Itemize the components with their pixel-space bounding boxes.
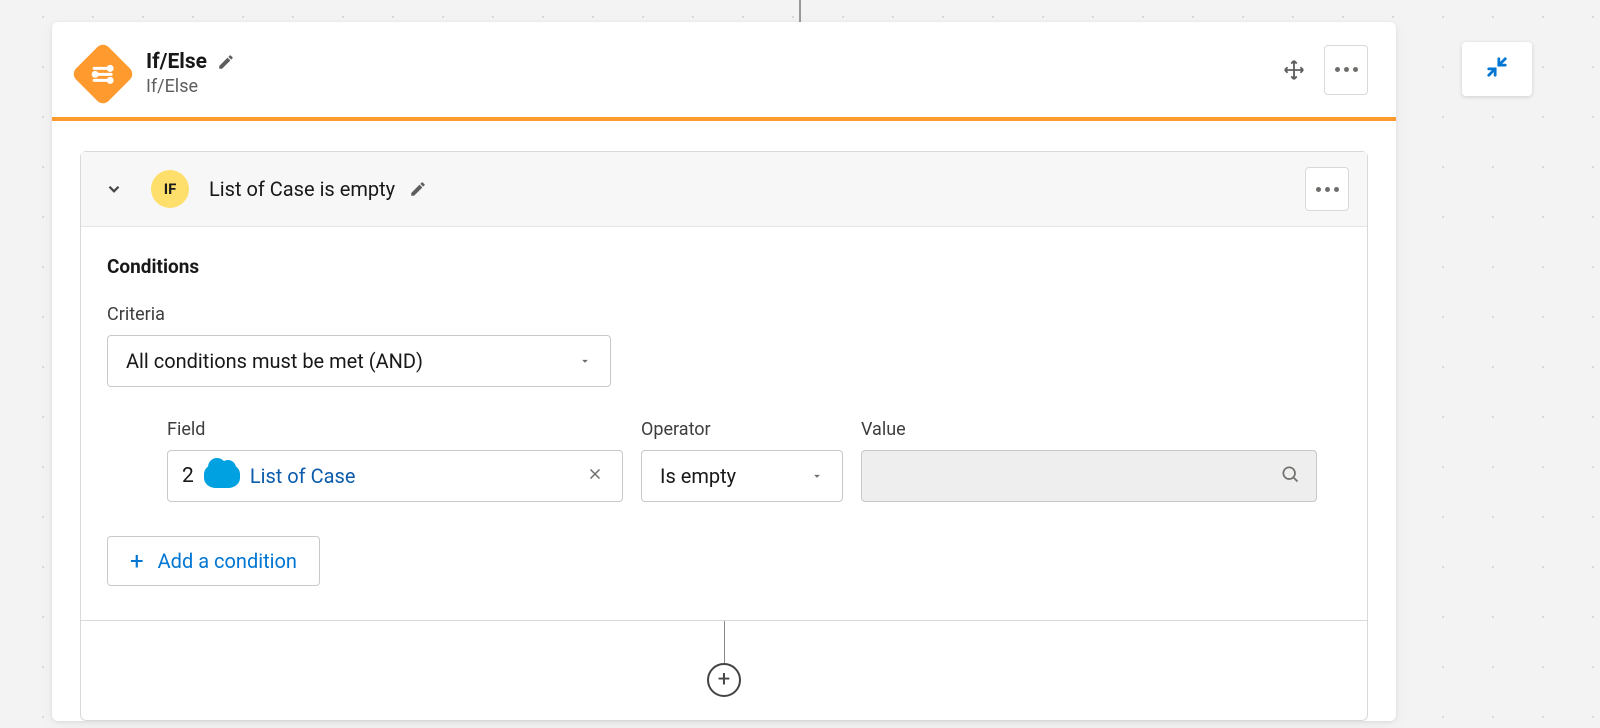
criteria-value: All conditions must be met (AND) [126, 349, 423, 373]
criteria-select[interactable]: All conditions must be met (AND) [107, 335, 611, 387]
plus-icon: + [130, 549, 144, 573]
if-else-icon [70, 41, 135, 106]
conditions-heading: Conditions [107, 255, 1341, 278]
field-chip-text: List of Case [250, 464, 582, 488]
operator-label: Operator [641, 419, 843, 440]
card-menu-button[interactable] [1324, 45, 1368, 95]
add-condition-button[interactable]: + Add a condition [107, 536, 320, 586]
search-icon [1280, 464, 1300, 488]
caret-down-icon [578, 349, 592, 373]
clear-field-icon[interactable] [582, 460, 608, 493]
condition-row: Field 2 List of Case Operator [167, 419, 1341, 502]
card-header: If/Else If/Else [52, 22, 1396, 117]
card-subtitle: If/Else [146, 76, 235, 97]
edit-section-title-icon[interactable] [409, 180, 427, 198]
operator-value: Is empty [660, 464, 736, 488]
field-label: Field [167, 419, 623, 440]
section-title: List of Case is empty [209, 177, 395, 201]
plus-icon: + [718, 669, 730, 691]
value-label: Value [861, 419, 1317, 440]
card-title: If/Else [146, 50, 207, 74]
collapse-panel-button[interactable] [1462, 42, 1532, 96]
field-step-number: 2 [182, 464, 194, 488]
edit-title-icon[interactable] [217, 53, 235, 71]
section-menu-button[interactable] [1305, 167, 1349, 211]
add-condition-label: Add a condition [158, 549, 297, 573]
salesforce-icon [204, 464, 240, 488]
if-badge: IF [151, 170, 189, 208]
move-handle-icon[interactable] [1282, 58, 1306, 82]
operator-select[interactable]: Is empty [641, 450, 843, 502]
if-else-card: If/Else If/Else IF List of Case [52, 22, 1396, 721]
collapse-icon [1486, 56, 1508, 82]
criteria-label: Criteria [107, 304, 1341, 325]
connector-line-top [799, 0, 801, 22]
more-icon [1316, 187, 1339, 192]
collapse-section-button[interactable] [103, 178, 125, 200]
caret-down-icon [810, 464, 824, 488]
title-block: If/Else If/Else [146, 50, 235, 97]
condition-section: IF List of Case is empty Conditions Crit… [80, 151, 1368, 721]
value-input[interactable] [861, 450, 1317, 502]
add-branch-button[interactable]: + [707, 663, 741, 697]
connector-section: + [81, 620, 1367, 720]
section-header: IF List of Case is empty [81, 152, 1367, 227]
section-body: Conditions Criteria All conditions must … [81, 227, 1367, 620]
more-icon [1335, 67, 1358, 72]
field-input[interactable]: 2 List of Case [167, 450, 623, 502]
